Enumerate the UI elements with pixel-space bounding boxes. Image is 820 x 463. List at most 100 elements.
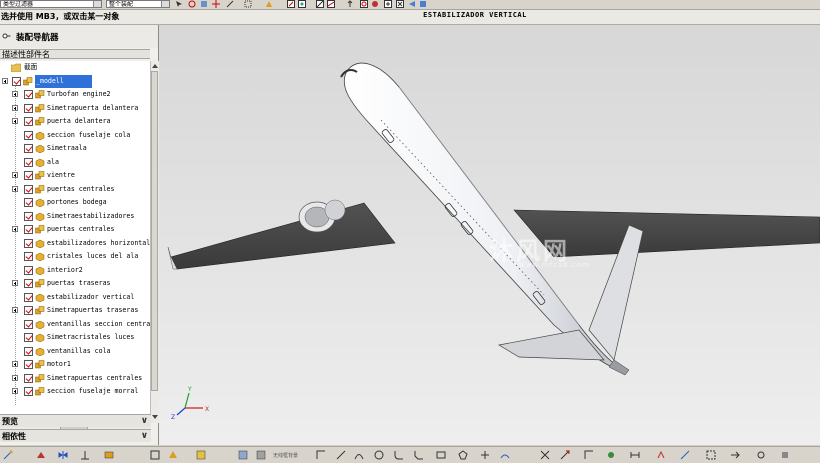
expand-toggle-icon[interactable] bbox=[12, 118, 18, 124]
expand-toggle-icon[interactable] bbox=[12, 374, 18, 381]
visibility-checkbox[interactable] bbox=[24, 346, 33, 356]
visibility-checkbox[interactable] bbox=[12, 76, 21, 86]
snap-icon[interactable] bbox=[188, 0, 196, 8]
tree-item[interactable]: seccion fuselaje cola bbox=[0, 129, 150, 142]
tree-item[interactable]: ventanillas seccion central bbox=[0, 318, 150, 331]
arc-center-icon[interactable] bbox=[360, 0, 368, 8]
pick-icon[interactable] bbox=[226, 0, 234, 8]
visibility-checkbox[interactable] bbox=[24, 252, 33, 261]
line-snap-icon[interactable] bbox=[316, 0, 324, 8]
box-select-icon[interactable] bbox=[244, 0, 252, 8]
tree-item[interactable]: ala bbox=[0, 156, 150, 169]
sketch-icon[interactable] bbox=[3, 450, 13, 460]
expand-toggle-icon[interactable] bbox=[12, 307, 18, 313]
snap-point-icon[interactable] bbox=[265, 0, 273, 8]
tree-item[interactable]: Simetrapuertas traseras bbox=[0, 304, 150, 317]
expand-toggle-icon[interactable] bbox=[12, 388, 18, 394]
tree-item[interactable]: estabilizador vertical bbox=[0, 291, 150, 304]
constraint-icon[interactable] bbox=[606, 450, 616, 460]
dependency-panel-toggle[interactable]: 相依性 ∨ bbox=[0, 429, 151, 442]
tree-item[interactable]: Turbofan engine2 bbox=[0, 88, 150, 101]
expand-toggle-icon[interactable] bbox=[12, 172, 18, 178]
expand-toggle-icon[interactable] bbox=[12, 104, 18, 111]
graphics-viewport[interactable]: X Y Z 沐风网 www.mfcad.com bbox=[159, 25, 820, 445]
visibility-checkbox[interactable] bbox=[24, 238, 33, 248]
alternate-solution-icon[interactable] bbox=[730, 450, 740, 460]
tree-item[interactable]: Simetracristales luces bbox=[0, 331, 150, 344]
visibility-checkbox[interactable] bbox=[24, 90, 33, 99]
polygon-icon[interactable] bbox=[458, 450, 468, 460]
auto-constrain-icon[interactable] bbox=[656, 450, 666, 460]
tree-item[interactable]: puertas centrales bbox=[0, 183, 150, 196]
select-icon[interactable] bbox=[175, 0, 183, 8]
preview-panel-toggle[interactable]: 预览 ∨ bbox=[0, 414, 151, 427]
visibility-checkbox[interactable] bbox=[24, 225, 33, 234]
line-icon[interactable] bbox=[336, 450, 346, 460]
expand-toggle-icon[interactable] bbox=[12, 91, 18, 97]
circle-icon[interactable] bbox=[374, 450, 384, 460]
arc-icon[interactable] bbox=[354, 450, 364, 460]
inferred-icon[interactable] bbox=[756, 450, 766, 460]
expand-toggle-icon[interactable] bbox=[12, 226, 18, 232]
tree-item[interactable]: Simetraala bbox=[0, 142, 150, 155]
bounded-icon[interactable] bbox=[419, 0, 427, 8]
horizontal-stabilizer[interactable] bbox=[498, 329, 605, 361]
trim-icon[interactable] bbox=[540, 450, 550, 460]
collapse-toggle-icon[interactable] bbox=[2, 77, 8, 84]
point-icon[interactable] bbox=[212, 0, 220, 8]
existing-point-icon[interactable] bbox=[384, 0, 392, 8]
arrow-icon[interactable] bbox=[346, 0, 354, 8]
intersection-icon[interactable] bbox=[396, 0, 404, 8]
visibility-checkbox[interactable] bbox=[24, 373, 33, 383]
visibility-checkbox[interactable] bbox=[24, 130, 33, 140]
tree-item[interactable]: estabilizadores horizontales bbox=[0, 237, 150, 250]
visibility-checkbox[interactable] bbox=[24, 360, 33, 369]
visibility-checkbox[interactable] bbox=[24, 171, 33, 180]
expand-toggle-icon[interactable] bbox=[12, 280, 18, 286]
tree-item[interactable]: Simetrapuerta delantera bbox=[0, 102, 150, 115]
scrollbar-thumb[interactable] bbox=[151, 71, 158, 391]
mirror-icon[interactable] bbox=[58, 450, 68, 460]
midpoint-icon[interactable] bbox=[298, 0, 306, 8]
tangent-icon[interactable] bbox=[327, 0, 335, 8]
visibility-checkbox[interactable] bbox=[24, 103, 33, 113]
visibility-checkbox[interactable] bbox=[24, 306, 33, 315]
background-icon[interactable] bbox=[256, 450, 266, 460]
visibility-checkbox[interactable] bbox=[24, 279, 33, 288]
scroll-down-icon[interactable] bbox=[152, 415, 158, 420]
visibility-checkbox[interactable] bbox=[24, 211, 33, 221]
tree-item[interactable]: puertas centrales bbox=[0, 223, 150, 236]
render-style-icon[interactable] bbox=[238, 450, 248, 460]
tree-item[interactable]: cristales luces del ala bbox=[0, 250, 150, 263]
fit-view-icon[interactable] bbox=[150, 450, 160, 460]
rectangle-icon[interactable] bbox=[436, 450, 446, 460]
visibility-checkbox[interactable] bbox=[24, 387, 33, 396]
extrude-icon[interactable] bbox=[36, 450, 46, 460]
tree-root-row[interactable]: 截面 bbox=[0, 61, 150, 74]
visibility-checkbox[interactable] bbox=[24, 184, 33, 194]
tree-item[interactable]: ventanillas cola bbox=[0, 345, 150, 358]
visibility-checkbox[interactable] bbox=[24, 319, 33, 329]
type-filter-dropdown[interactable]: 类型过滤器 bbox=[0, 0, 102, 8]
tree-vertical-scrollbar[interactable] bbox=[150, 61, 159, 423]
scroll-up-icon[interactable] bbox=[152, 63, 158, 68]
tree-item[interactable]: puerta delantera bbox=[0, 115, 150, 128]
expand-toggle-icon[interactable] bbox=[12, 185, 18, 192]
endpoint-icon[interactable] bbox=[287, 0, 295, 8]
visibility-checkbox[interactable] bbox=[24, 144, 33, 153]
layer-icon[interactable] bbox=[104, 450, 114, 460]
face-icon[interactable] bbox=[408, 0, 416, 8]
point-icon[interactable] bbox=[480, 450, 490, 460]
visibility-checkbox[interactable] bbox=[24, 198, 33, 207]
profile-icon[interactable] bbox=[316, 450, 326, 460]
tree-item[interactable]: seccion fuselaje morral bbox=[0, 385, 150, 398]
show-constraints-icon[interactable] bbox=[680, 450, 690, 460]
offset-curve-icon[interactable] bbox=[500, 450, 510, 460]
filter-icon[interactable] bbox=[200, 0, 208, 8]
dimension-icon[interactable] bbox=[630, 450, 640, 460]
chamfer-icon[interactable] bbox=[414, 450, 424, 460]
visibility-checkbox[interactable] bbox=[24, 292, 33, 302]
view-orient-icon[interactable] bbox=[196, 450, 206, 460]
datum-icon[interactable] bbox=[80, 450, 90, 460]
column-header-part-name[interactable]: 描述性部件名 bbox=[0, 49, 150, 59]
